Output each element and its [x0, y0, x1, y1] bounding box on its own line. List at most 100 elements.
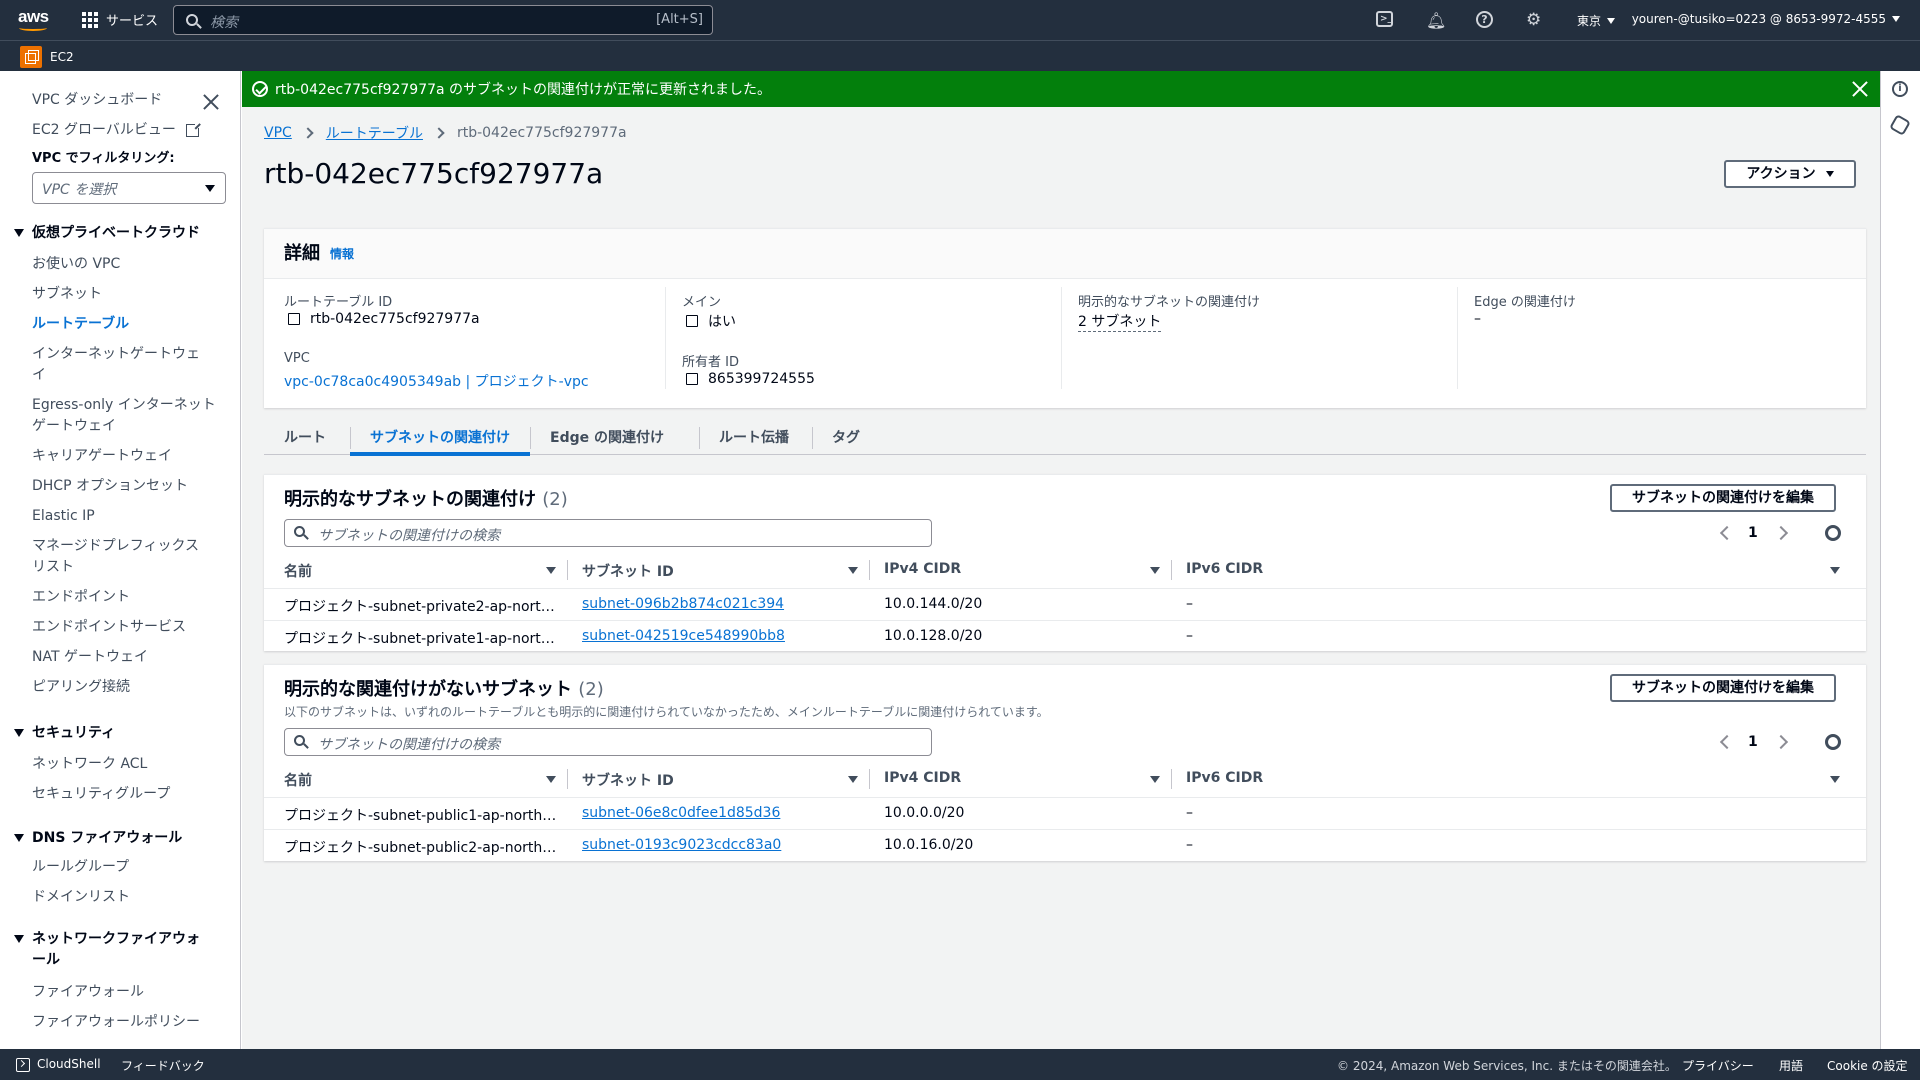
sort-caret-icon[interactable]: [1150, 567, 1160, 574]
table-row: プロジェクト-subnet-private1-ap-nort… subnet-0…: [264, 620, 1866, 652]
settings-icon[interactable]: ⚙: [1526, 11, 1544, 29]
sidebar-item-ec2-global-view[interactable]: EC2 グローバルビュー: [32, 120, 201, 141]
terms-link[interactable]: 用語: [1779, 1057, 1803, 1074]
sidebar-item-nat-gateways[interactable]: NAT ゲートウェイ: [32, 647, 148, 668]
sidebar-item-carrier-gateways[interactable]: キャリアゲートウェイ: [32, 446, 172, 467]
top-navigation: aws サービス 検索 [Alt+S] >_ 🔔︎ ? ⚙ 東京 youren-…: [0, 0, 1920, 40]
privacy-link[interactable]: プライバシー: [1682, 1057, 1754, 1074]
sidebar-item-internet-gateways[interactable]: インターネットゲートウェイ: [32, 344, 212, 386]
sidebar-item-vpc-dashboard[interactable]: VPC ダッシュボード: [32, 90, 162, 111]
breadcrumb-vpc[interactable]: VPC: [264, 125, 292, 141]
dismiss-flash-icon[interactable]: [1852, 81, 1868, 97]
copy-icon[interactable]: [682, 373, 698, 387]
tab-edge-associations[interactable]: Edge の関連付け: [550, 427, 664, 447]
sort-caret-icon[interactable]: [848, 776, 858, 783]
subnet-link[interactable]: subnet-042519ce548990bb8: [582, 628, 785, 644]
chevron-left-icon[interactable]: [1719, 734, 1735, 750]
column-header-subnet-id[interactable]: サブネット ID: [582, 770, 674, 790]
chevron-right-icon: [302, 127, 314, 139]
feedback-link[interactable]: フィードバック: [121, 1057, 205, 1074]
cloudshell-link[interactable]: CloudShell: [37, 1057, 101, 1071]
cloudshell-icon[interactable]: >_: [1376, 11, 1393, 27]
column-header-ipv6[interactable]: IPv6 CIDR: [1186, 561, 1263, 577]
ec2-icon: [20, 46, 42, 68]
sort-caret-icon[interactable]: [848, 567, 858, 574]
section-vpc[interactable]: 仮想プライベートクラウド: [14, 223, 200, 244]
vpc-filter-select[interactable]: VPC を選択: [32, 172, 226, 204]
subnet-link[interactable]: subnet-096b2b874c021c394: [582, 596, 784, 612]
tab-tags[interactable]: タグ: [832, 427, 860, 447]
sidebar-item-firewall-policies[interactable]: ファイアウォールポリシー: [32, 1012, 200, 1033]
vpc-link[interactable]: vpc-0c78ca0c4905349ab | プロジェクト-vpc: [284, 371, 589, 391]
copy-icon[interactable]: [682, 315, 698, 329]
notifications-icon[interactable]: 🔔︎: [1426, 11, 1446, 30]
edit-subnet-associations-button[interactable]: サブネットの関連付けを編集: [1610, 674, 1836, 702]
sort-caret-icon[interactable]: [546, 776, 556, 783]
cookie-settings-link[interactable]: Cookie の設定: [1827, 1057, 1908, 1074]
sidebar-item-peering-connections[interactable]: ピアリング接続: [32, 677, 130, 698]
account-menu[interactable]: youren-@tusiko=0223 @ 8653-9972-4555: [1632, 12, 1900, 26]
sidebar-item-security-groups[interactable]: セキュリティグループ: [32, 784, 170, 805]
tab-subnet-associations[interactable]: サブネットの関連付け: [370, 427, 510, 447]
sidebar-item-dhcp-options[interactable]: DHCP オプションセット: [32, 476, 188, 497]
chevron-left-icon[interactable]: [1719, 525, 1735, 541]
region-selector[interactable]: 東京: [1577, 12, 1616, 29]
sidebar-item-domain-lists[interactable]: ドメインリスト: [32, 887, 130, 908]
cloudshell-icon[interactable]: [16, 1058, 30, 1072]
sidebar-item-subnets[interactable]: サブネット: [32, 284, 102, 305]
column-header-ipv6[interactable]: IPv6 CIDR: [1186, 770, 1263, 786]
sidebar-item-egress-only-gateways[interactable]: Egress-only インターネットゲートウェイ: [32, 395, 217, 437]
section-network-firewall[interactable]: ネットワークファイアウォール: [14, 929, 204, 971]
column-header-ipv4[interactable]: IPv4 CIDR: [884, 770, 961, 786]
sidebar-item-endpoints[interactable]: エンドポイント: [32, 587, 130, 608]
sidebar-item-endpoint-services[interactable]: エンドポイントサービス: [32, 617, 186, 638]
sidebar-item-network-acls[interactable]: ネットワーク ACL: [32, 754, 147, 775]
info-panel-icon[interactable]: i: [1892, 81, 1908, 97]
section-security[interactable]: セキュリティ: [14, 723, 115, 744]
column-header-name[interactable]: 名前: [284, 561, 312, 581]
tab-route-propagation[interactable]: ルート伝播: [719, 427, 789, 447]
chevron-right-icon[interactable]: [1773, 734, 1788, 750]
sidebar-item-your-vpcs[interactable]: お使いの VPC: [32, 254, 120, 275]
ec2-shortcut[interactable]: EC2: [20, 46, 74, 68]
copy-icon[interactable]: [284, 313, 300, 327]
sort-caret-icon[interactable]: [546, 567, 556, 574]
sidebar-item-rule-groups[interactable]: ルールグループ: [32, 857, 129, 878]
help-icon[interactable]: ?: [1476, 11, 1493, 28]
caret-down-icon: [14, 935, 24, 943]
column-header-subnet-id[interactable]: サブネット ID: [582, 561, 674, 581]
sort-caret-icon[interactable]: [1830, 567, 1840, 574]
explicit-assoc-value[interactable]: 2 サブネット: [1078, 311, 1162, 332]
sidebar-item-managed-prefix-lists[interactable]: マネージドプレフィックスリスト: [32, 536, 212, 578]
chevron-right-icon[interactable]: [1773, 525, 1788, 541]
table-settings-gear-icon[interactable]: [1825, 734, 1841, 750]
close-sidebar-icon[interactable]: [203, 94, 219, 110]
column-header-name[interactable]: 名前: [284, 770, 312, 790]
search-input[interactable]: 検索 [Alt+S]: [173, 5, 713, 35]
external-link-icon: [185, 122, 201, 137]
implicit-search-input[interactable]: サブネットの関連付けの検索: [284, 728, 932, 756]
search-icon: [294, 735, 305, 746]
edit-subnet-associations-button[interactable]: サブネットの関連付けを編集: [1610, 484, 1836, 512]
sidebar-item-firewalls[interactable]: ファイアウォール: [32, 982, 144, 1003]
main-value: はい: [682, 311, 736, 331]
details-info-link[interactable]: 情報: [330, 245, 354, 262]
tab-routes[interactable]: ルート: [284, 427, 326, 447]
column-header-ipv4[interactable]: IPv4 CIDR: [884, 561, 961, 577]
breadcrumb: VPC ルートテーブル rtb-042ec775cf927977a: [264, 123, 627, 143]
sidebar-item-elastic-ip[interactable]: Elastic IP: [32, 506, 95, 527]
sort-caret-icon[interactable]: [1830, 776, 1840, 783]
sort-caret-icon[interactable]: [1150, 776, 1160, 783]
subnet-link[interactable]: subnet-0193c9023cdcc83a0: [582, 837, 781, 853]
breadcrumb-route-tables[interactable]: ルートテーブル: [326, 123, 423, 143]
services-menu[interactable]: サービス: [82, 10, 158, 29]
sidebar-item-route-tables[interactable]: ルートテーブル: [32, 314, 129, 335]
help-panel-hexagon-icon[interactable]: [1889, 114, 1911, 136]
actions-button[interactable]: アクション: [1724, 160, 1856, 188]
aws-logo[interactable]: aws: [18, 8, 50, 32]
explicit-search-input[interactable]: サブネットの関連付けの検索: [284, 519, 932, 547]
subnet-link[interactable]: subnet-06e8c0dfee1d85d36: [582, 805, 780, 821]
table-settings-gear-icon[interactable]: [1825, 525, 1841, 541]
implicit-description: 以下のサブネットは、いずれのルートテーブルとも明示的に関連付けられていなかったた…: [284, 705, 1049, 719]
section-dns-firewall[interactable]: DNS ファイアウォール: [14, 828, 182, 849]
